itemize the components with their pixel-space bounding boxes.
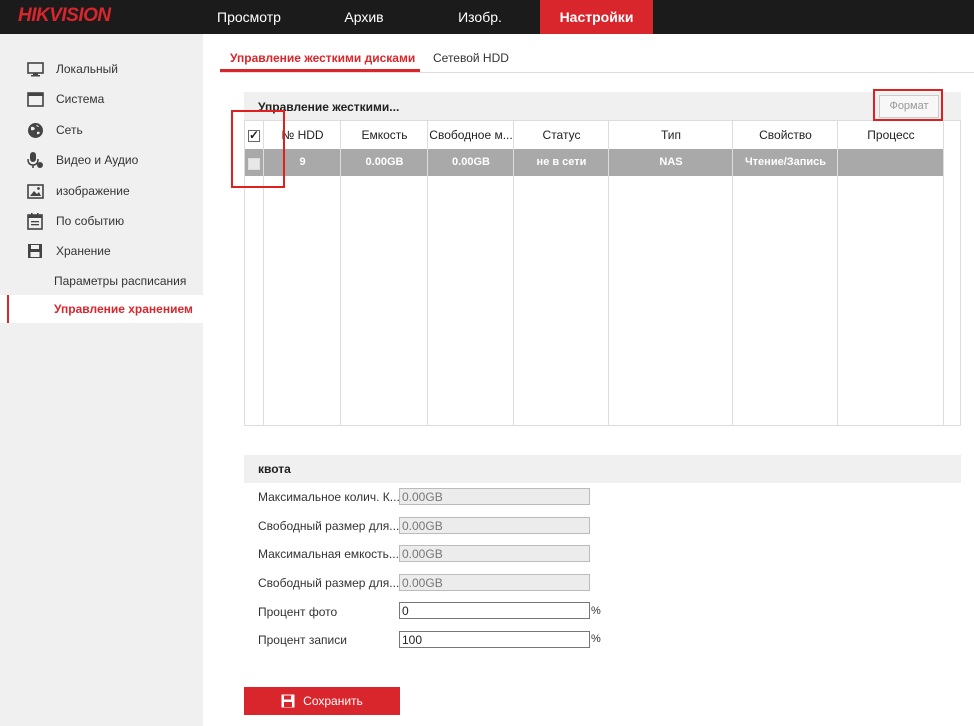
hdd-panel-header: Управление жесткими... Формат xyxy=(244,92,961,120)
quota-max-capture-field xyxy=(399,488,590,505)
quota-label-free-record: Свободный размер для... xyxy=(258,576,400,590)
column-header-process[interactable]: Процесс xyxy=(838,121,944,149)
quota-free-record-field xyxy=(399,574,590,591)
tab-picture[interactable]: Изобр. xyxy=(434,0,526,34)
sidebar-item-label: Видео и Аудио xyxy=(56,153,139,167)
active-indicator xyxy=(7,295,9,323)
top-nav-bar: HIKVISION Просмотр Архив Изобр. Настройк… xyxy=(0,0,974,34)
sidebar-item-label: Сеть xyxy=(56,123,83,137)
sidebar-subitem-label: Управление хранением xyxy=(54,302,193,316)
quota-label-picture-percent: Процент фото xyxy=(258,605,338,619)
sidebar-subitem-label: Параметры расписания xyxy=(54,274,187,288)
column-header-type[interactable]: Тип xyxy=(609,121,733,149)
save-icon xyxy=(26,242,44,260)
quota-label-free-capture: Свободный размер для... xyxy=(258,519,400,533)
quota-label-record-percent: Процент записи xyxy=(258,633,347,647)
quota-max-record-field xyxy=(399,545,590,562)
cell-type: NAS xyxy=(659,156,683,168)
cell-property: Чтение/Запись xyxy=(744,156,827,168)
sidebar-subitem-storage-management[interactable]: Управление хранением xyxy=(0,295,203,323)
system-icon xyxy=(26,90,44,108)
record-percent-input[interactable] xyxy=(399,631,590,648)
subtab-active-underline xyxy=(220,69,420,72)
cell-status: не в сети xyxy=(536,156,587,168)
subtab-network-hdd[interactable]: Сетевой HDD xyxy=(433,51,509,65)
sidebar-item-label: Система xyxy=(56,92,105,106)
microphone-icon xyxy=(26,151,44,169)
tab-live-view[interactable]: Просмотр xyxy=(203,0,295,34)
tab-playback[interactable]: Архив xyxy=(318,0,410,34)
quota-free-capture-field xyxy=(399,517,590,534)
monitor-icon xyxy=(26,60,44,78)
quota-panel-header: квота xyxy=(244,455,961,483)
save-icon xyxy=(281,694,295,708)
quota-label-max-record: Максимальная емкость... xyxy=(258,547,399,561)
column-header-status[interactable]: Статус xyxy=(514,121,609,149)
hikvision-logo: HIKVISION xyxy=(18,5,111,26)
sidebar-item-event[interactable]: По событию xyxy=(0,206,203,236)
checkbox-highlight-box xyxy=(231,110,285,188)
picture-percent-unit: % xyxy=(591,605,601,617)
column-header-free[interactable]: Свободное м... xyxy=(428,121,514,149)
picture-percent-input[interactable] xyxy=(399,602,590,619)
quota-title: квота xyxy=(258,462,291,476)
cell-capacity: 0.00GB xyxy=(365,156,404,168)
sidebar-item-network[interactable]: Сеть xyxy=(0,115,203,145)
sidebar-item-image[interactable]: изображение xyxy=(0,176,203,206)
sidebar-item-local[interactable]: Локальный xyxy=(0,54,203,84)
record-percent-unit: % xyxy=(591,633,601,645)
save-button[interactable]: Сохранить xyxy=(244,687,400,715)
sidebar-item-system[interactable]: Система xyxy=(0,84,203,114)
globe-icon xyxy=(26,121,44,139)
format-highlight-box xyxy=(873,89,943,121)
sidebar-item-label: изображение xyxy=(56,184,130,198)
tab-configuration[interactable]: Настройки xyxy=(540,0,653,34)
subtab-hdd-management[interactable]: Управление жесткими дисками xyxy=(230,51,415,65)
calendar-icon xyxy=(26,212,44,230)
sidebar-item-label: Локальный xyxy=(56,62,118,76)
column-header-property[interactable]: Свойство xyxy=(733,121,838,149)
subtab-bar: Управление жесткими дисками Сетевой HDD xyxy=(220,44,974,73)
cell-free: 0.00GB xyxy=(452,156,490,168)
sidebar-item-storage[interactable]: Хранение xyxy=(0,236,203,266)
hdd-table: № HDD Емкость Свободное м... Статус Тип … xyxy=(244,120,961,426)
sidebar-item-label: Хранение xyxy=(56,244,111,258)
sidebar-item-label: По событию xyxy=(56,214,125,228)
sidebar-subitem-schedule[interactable]: Параметры расписания xyxy=(0,267,203,295)
sidebar-item-video-audio[interactable]: Видео и Аудио xyxy=(0,145,203,175)
image-icon xyxy=(26,182,44,200)
save-button-label: Сохранить xyxy=(303,694,363,708)
sidebar: Локальный Система Сеть Видео и Аудио изо… xyxy=(0,34,203,726)
cell-process xyxy=(838,149,944,176)
quota-label-max-capture: Максимальное колич. К... xyxy=(258,490,400,504)
column-header-capacity[interactable]: Емкость xyxy=(341,121,428,149)
